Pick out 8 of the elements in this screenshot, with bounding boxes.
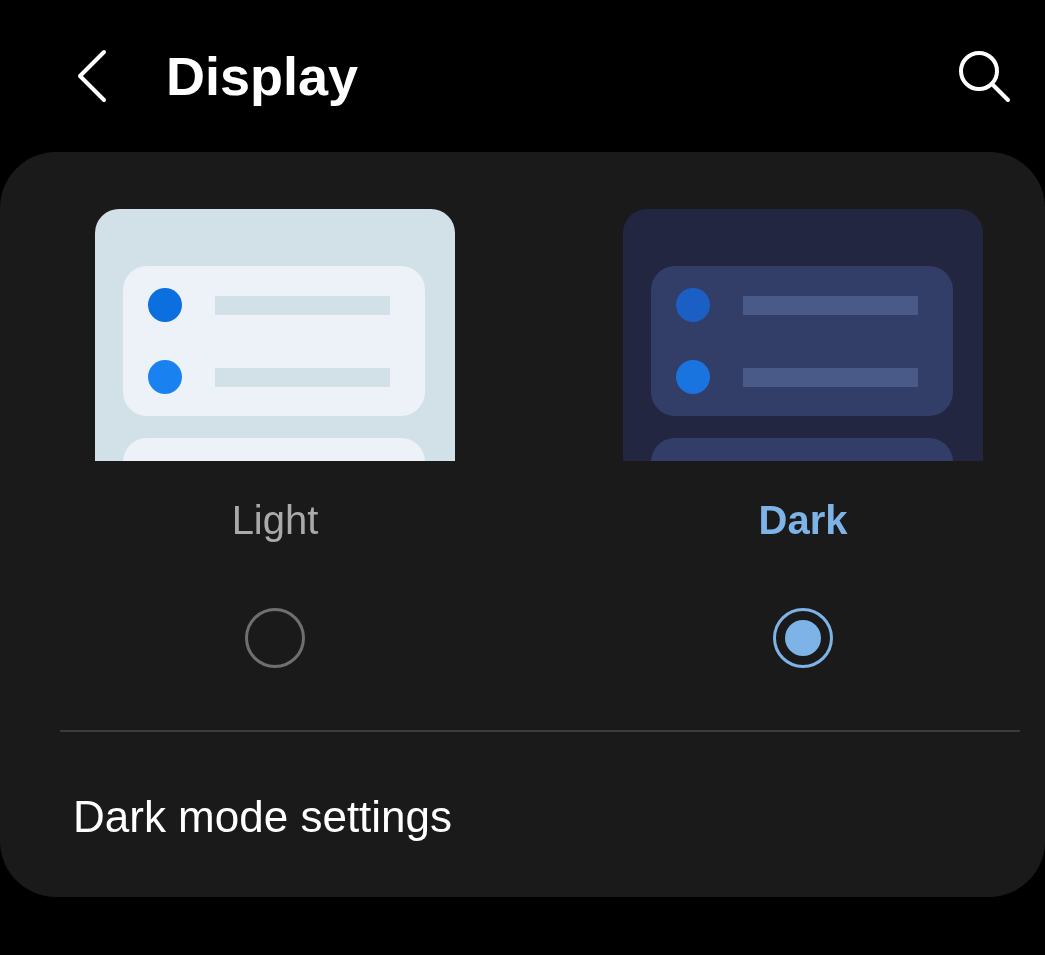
radio-button[interactable] [245, 608, 305, 668]
theme-label: Light [231, 497, 319, 544]
theme-preview-drawing[interactable] [95, 209, 455, 461]
radio-button[interactable] [773, 608, 833, 668]
theme-label: Dark [758, 497, 848, 544]
search-icon[interactable] [957, 49, 1011, 103]
settings-item[interactable]: Dark mode settings [73, 791, 453, 843]
back-icon[interactable] [76, 49, 108, 103]
